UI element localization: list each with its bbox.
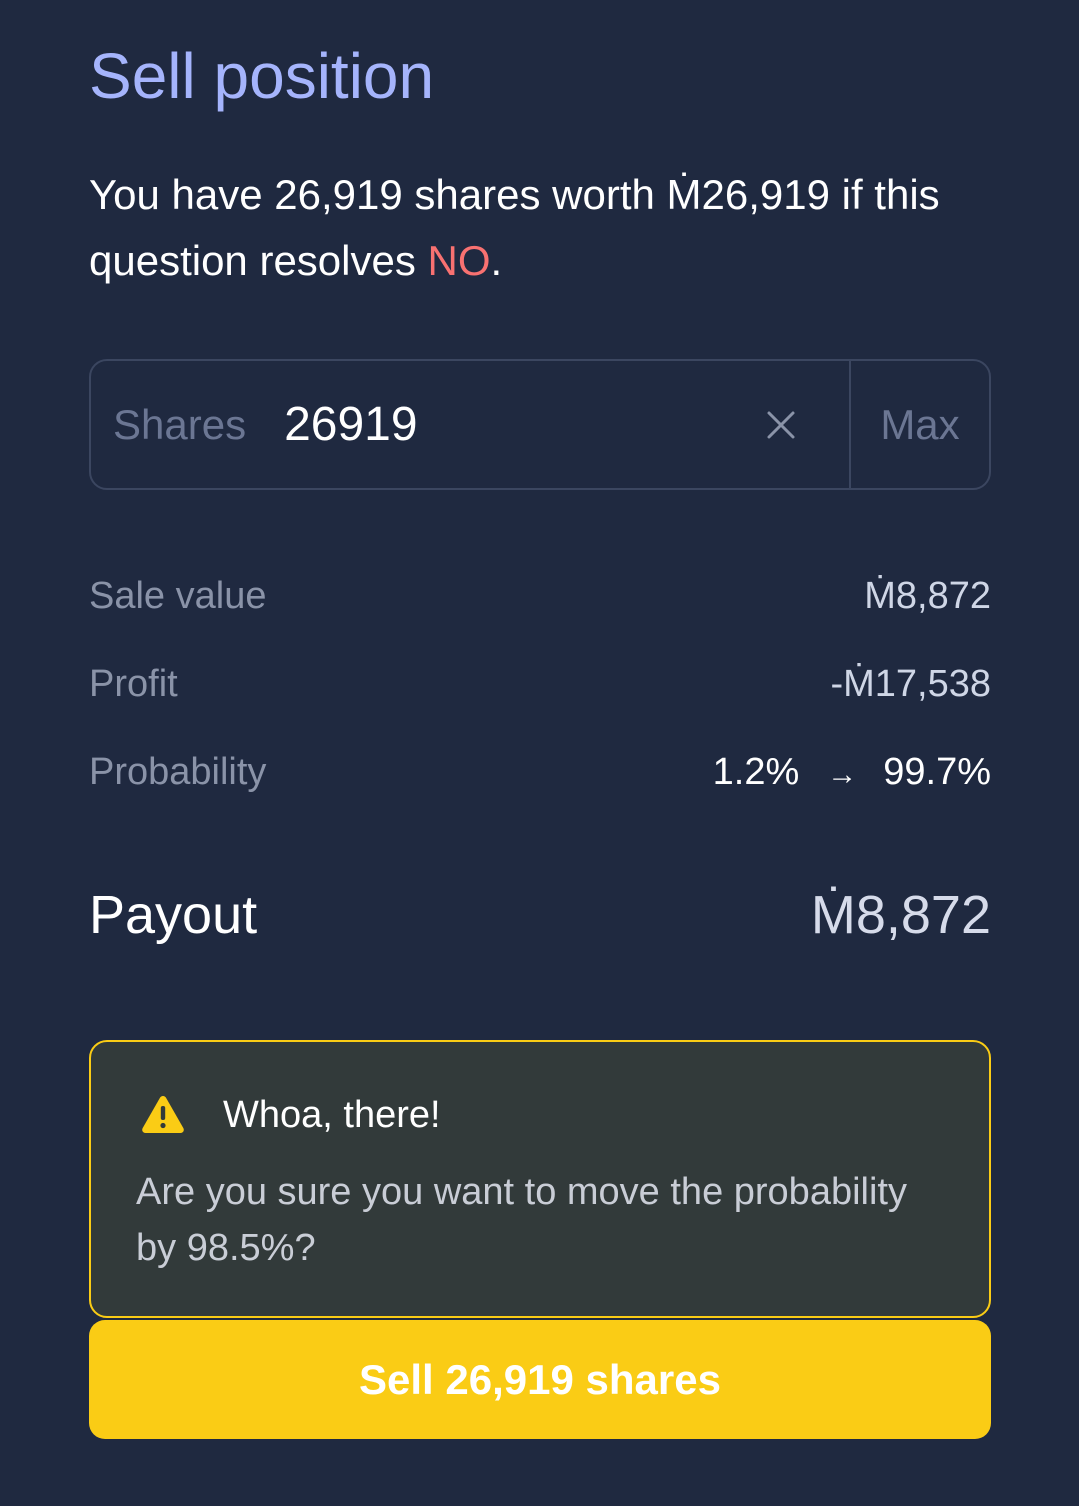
payout-value: Ṁ8,872	[810, 885, 991, 945]
profit-row: Profit -Ṁ17,538	[89, 654, 991, 714]
profit-value: -Ṁ17,538	[830, 662, 991, 705]
warning-text: Are you sure you want to move the probab…	[136, 1171, 907, 1269]
shares-input-prefix: Shares	[113, 400, 247, 448]
probability-from: 1.2%	[712, 750, 800, 793]
probability-label: Probability	[89, 750, 267, 793]
shares-input[interactable]: 26919	[284, 397, 751, 452]
intro-prefix: You have 26,919 shares worth Ṁ26,919 if …	[89, 171, 940, 284]
warning-triangle-icon	[142, 1096, 184, 1133]
sell-position-panel: Sell position You have 26,919 shares wor…	[0, 0, 1079, 1506]
arrow-right-icon: →	[827, 757, 858, 791]
close-icon	[767, 411, 795, 438]
position-summary-text: You have 26,919 shares worth Ṁ26,919 if …	[89, 162, 999, 294]
shares-input-group: Shares 26919 Max	[89, 359, 991, 490]
probability-change: 1.2% → 99.7%	[713, 751, 991, 794]
sale-value: Ṁ8,872	[864, 574, 991, 617]
intro-suffix: .	[490, 237, 503, 284]
sale-value-row: Sale value Ṁ8,872	[89, 566, 991, 626]
profit-label: Profit	[89, 662, 178, 705]
payout-label: Payout	[89, 885, 258, 945]
probability-row: Probability 1.2% → 99.7%	[89, 742, 991, 802]
page-title: Sell position	[89, 40, 435, 112]
warning-title: Whoa, there!	[223, 1094, 441, 1136]
sale-value-label: Sale value	[89, 574, 267, 617]
outcome-no-label: NO	[427, 237, 491, 284]
probability-to: 99.7%	[883, 750, 991, 793]
warning-box: Whoa, there! Are you sure you want to mo…	[89, 1040, 991, 1318]
clear-button[interactable]	[751, 395, 811, 455]
max-button[interactable]: Max	[849, 361, 989, 488]
sell-shares-button[interactable]: Sell 26,919 shares	[89, 1320, 991, 1439]
